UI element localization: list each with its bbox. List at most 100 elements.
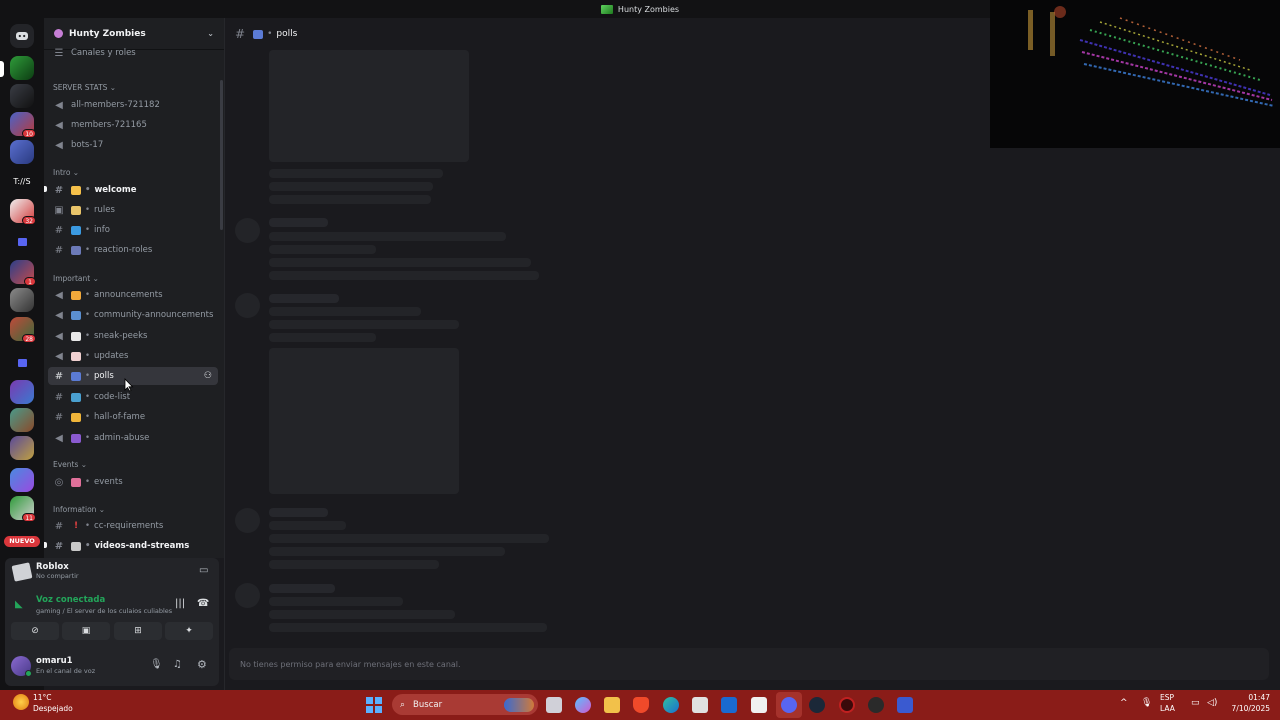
discord-taskbar-icon[interactable] — [781, 697, 797, 713]
server-icon[interactable] — [10, 84, 34, 108]
steam-icon[interactable] — [809, 697, 825, 713]
channel-rules[interactable]: ▣ • rules — [48, 201, 218, 219]
outlook-icon[interactable] — [721, 697, 737, 713]
category-server-stats[interactable]: SERVER STATS ⌄ — [53, 83, 116, 92]
edge-browser-icon[interactable] — [663, 697, 679, 713]
clock-time[interactable]: 01:47 — [1224, 693, 1270, 702]
mention-badge: 28 — [22, 334, 36, 343]
channel-community-announcements[interactable]: ◀ • community-announcements — [48, 306, 218, 324]
channel-hall-of-fame[interactable]: # • hall-of-fame — [48, 408, 218, 426]
channel-events[interactable]: ◎ • events — [48, 473, 218, 491]
channel-sidebar: Hunty Zombies ⌄ ☰ Canales y roles SERVER… — [44, 18, 224, 558]
category-information[interactable]: Information ⌄ — [53, 505, 105, 514]
category-important[interactable]: Important ⌄ — [53, 274, 99, 283]
server-icon[interactable]: 1 — [10, 260, 36, 286]
folder-icon[interactable] — [10, 351, 34, 375]
channel-title: polls — [276, 29, 298, 39]
new-badge[interactable]: NUEVO — [4, 536, 40, 547]
soundboard-button[interactable]: ✦ — [165, 622, 213, 640]
game-app-icon[interactable] — [839, 697, 855, 713]
category-intro[interactable]: Intro ⌄ — [53, 168, 79, 177]
skeleton-line — [269, 623, 547, 632]
volume-icon[interactable]: ◁) — [1207, 698, 1217, 708]
category-label: SERVER STATS — [53, 83, 108, 92]
unread-indicator — [44, 186, 47, 192]
server-icon[interactable] — [10, 380, 34, 404]
server-avatar-icon — [54, 29, 63, 38]
channel-videos-and-streams[interactable]: # • videos-and-streams — [48, 537, 218, 555]
microsoft-store-icon[interactable] — [692, 697, 708, 713]
voice-channel[interactable]: gaming / El server de los culaios culiab… — [36, 607, 172, 615]
camera-off-button[interactable]: ⊘ — [11, 622, 59, 640]
activity-status: No compartir — [36, 572, 79, 580]
skeleton-line — [269, 610, 455, 619]
server-icon[interactable] — [10, 436, 34, 460]
username[interactable]: omaru1 — [36, 656, 73, 666]
microphone-tray-icon[interactable]: 🎙︎ — [1141, 698, 1152, 708]
folder-icon[interactable] — [10, 230, 34, 254]
hash-icon: # — [54, 370, 64, 382]
language-line2[interactable]: LAA — [1160, 704, 1175, 713]
brave-browser-icon[interactable] — [633, 697, 649, 713]
server-icon[interactable]: 11 — [10, 496, 36, 522]
weather-temp[interactable]: 11°C — [33, 693, 52, 702]
channel-label: all-members-721182 — [71, 100, 160, 110]
headphones-icon[interactable]: ♫ — [173, 659, 182, 670]
skeleton-line — [269, 271, 539, 280]
language-line1[interactable]: ESP — [1160, 693, 1174, 702]
server-icon[interactable] — [10, 288, 34, 312]
obs-icon[interactable] — [868, 697, 884, 713]
channel-label: videos-and-streams — [94, 541, 190, 551]
taskbar-search[interactable]: ⌕ Buscar — [392, 694, 538, 715]
channel-label: info — [94, 225, 110, 235]
voice-status[interactable]: Voz conectada — [36, 595, 105, 605]
skeleton-avatar — [235, 508, 260, 533]
disconnect-icon[interactable]: ☎ — [197, 598, 209, 609]
activities-button[interactable]: ⊞ — [114, 622, 162, 640]
share-screen-button[interactable]: ▣ — [62, 622, 110, 640]
server-icon[interactable] — [10, 408, 34, 432]
discord-home-icon[interactable] — [10, 24, 34, 48]
channel-sneak-peeks[interactable]: ◀ • sneak-peeks — [48, 327, 218, 345]
channel-bots[interactable]: ◀ bots-17 — [48, 136, 218, 154]
settings-gear-icon[interactable]: ⚙ — [197, 658, 207, 671]
task-view-icon[interactable] — [546, 697, 562, 713]
roblox-studio-icon[interactable] — [897, 697, 913, 713]
notepad-icon[interactable] — [751, 697, 767, 713]
screen-share-icon[interactable]: ▭ — [199, 565, 208, 576]
channel-announcements[interactable]: ◀ • announcements — [48, 286, 218, 304]
network-icon[interactable]: ▭ — [1191, 698, 1200, 708]
channel-admin-abuse[interactable]: ◀ • admin-abuse — [48, 429, 218, 447]
server-icon[interactable] — [10, 140, 34, 164]
noise-suppression-icon[interactable]: ||| — [175, 598, 185, 609]
channel-info[interactable]: # • info — [48, 221, 218, 239]
add-member-icon[interactable]: ⚇ — [204, 371, 212, 381]
channel-cc-requirements[interactable]: #! • cc-requirements — [48, 517, 218, 535]
channel-members[interactable]: ◀ members-721165 — [48, 116, 218, 134]
channel-all-members[interactable]: ◀ all-members-721182 — [48, 96, 218, 114]
server-icon[interactable]: 28 — [10, 317, 36, 343]
channel-updates[interactable]: ◀ • updates — [48, 347, 218, 365]
windows-start-icon[interactable] — [366, 697, 382, 713]
category-events[interactable]: Events ⌄ — [53, 460, 87, 469]
channel-welcome[interactable]: # • welcome — [48, 181, 218, 199]
file-explorer-icon[interactable] — [604, 697, 620, 713]
megaphone-icon: ◀ — [55, 309, 63, 321]
clock-date[interactable]: 7/10/2025 — [1224, 704, 1270, 713]
chevron-down-icon: ⌄ — [207, 29, 214, 38]
sidebar-scrollbar[interactable] — [220, 80, 223, 230]
channels-and-roles[interactable]: ☰ Canales y roles — [48, 44, 218, 62]
server-tjs-icon[interactable]: T://S — [10, 170, 34, 194]
weather-desc[interactable]: Despejado — [33, 704, 73, 713]
microphone-icon[interactable]: 🎙︎ — [150, 659, 163, 670]
copilot-icon[interactable] — [575, 697, 591, 713]
server-icon[interactable]: 32 — [10, 199, 36, 225]
server-hunty-zombies-icon[interactable] — [10, 56, 34, 80]
chevron-up-icon[interactable]: ^ — [1120, 698, 1128, 708]
server-icon[interactable]: 10 — [10, 112, 36, 138]
channel-reaction-roles[interactable]: # • reaction-roles — [48, 241, 218, 259]
hash-icon: # — [54, 244, 64, 256]
tent-emoji-icon — [71, 477, 81, 487]
server-icon[interactable] — [10, 468, 34, 492]
people-emoji-icon — [71, 310, 81, 320]
